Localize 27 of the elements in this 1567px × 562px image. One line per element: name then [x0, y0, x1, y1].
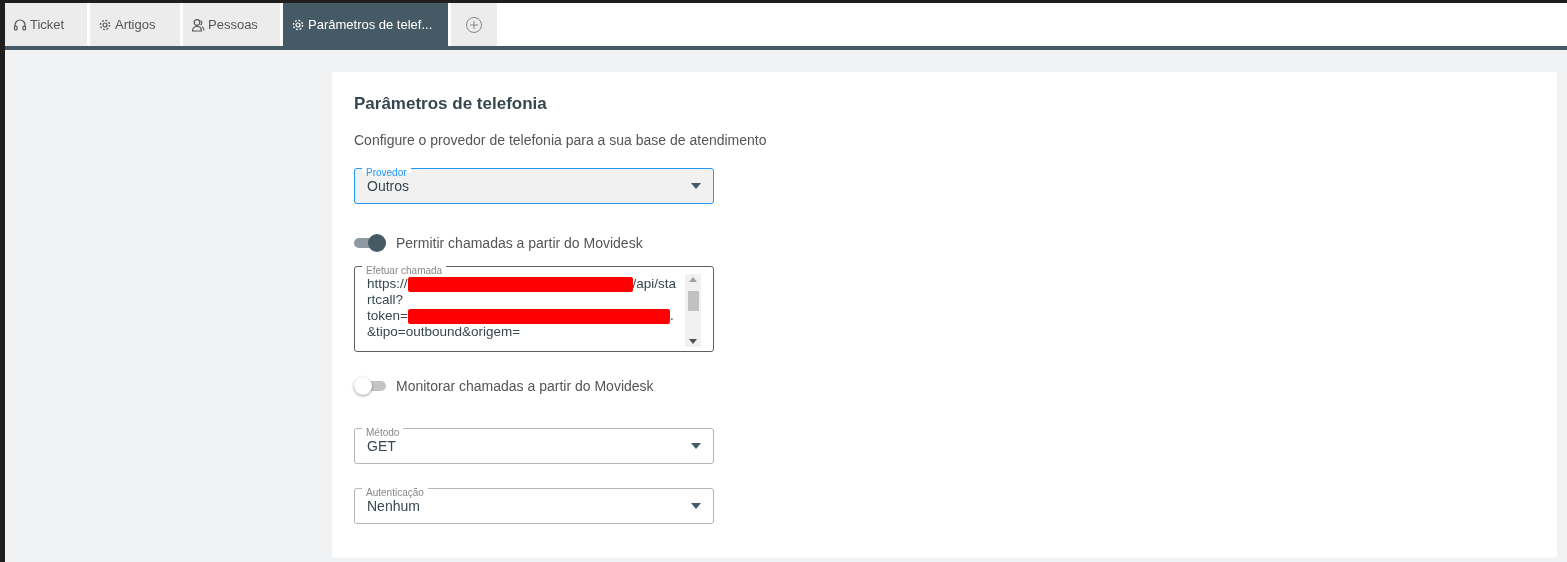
field-label: Provedor [362, 167, 411, 179]
toggle-label: Permitir chamadas a partir do Movidesk [396, 235, 643, 251]
people-icon [191, 17, 205, 32]
toggle-switch[interactable] [354, 377, 386, 395]
tab[interactable]: Pessoas [183, 3, 280, 46]
tab[interactable]: Ticket [5, 3, 87, 46]
caret-icon [691, 443, 701, 449]
gear-icon [98, 17, 112, 32]
field-label: Método [362, 427, 404, 439]
add-tab-button[interactable] [451, 3, 497, 46]
gear-icon [291, 17, 305, 32]
field-label: Autenticação [362, 487, 428, 499]
tab[interactable]: Parâmetros de telef... [283, 3, 448, 46]
toggle-switch[interactable] [354, 234, 386, 252]
scroll-down-icon[interactable] [689, 339, 697, 344]
panel-title: Parâmetros de telefonia [354, 94, 548, 114]
scroll-thumb[interactable] [687, 290, 699, 311]
tab[interactable]: Artigos [90, 3, 180, 46]
scrollbar[interactable] [685, 274, 701, 347]
panel-description: Configure o provedor de telefonia para a sua base de atendimento [354, 132, 768, 148]
plus-icon [465, 15, 483, 34]
scroll-up-icon[interactable] [689, 277, 697, 282]
caret-icon [691, 503, 701, 509]
toggle-label: Monitorar chamadas a partir do Movidesk [396, 378, 654, 394]
caret-icon [691, 183, 701, 189]
headset-icon [13, 17, 27, 32]
field-label: Efetuar chamada [362, 265, 447, 277]
